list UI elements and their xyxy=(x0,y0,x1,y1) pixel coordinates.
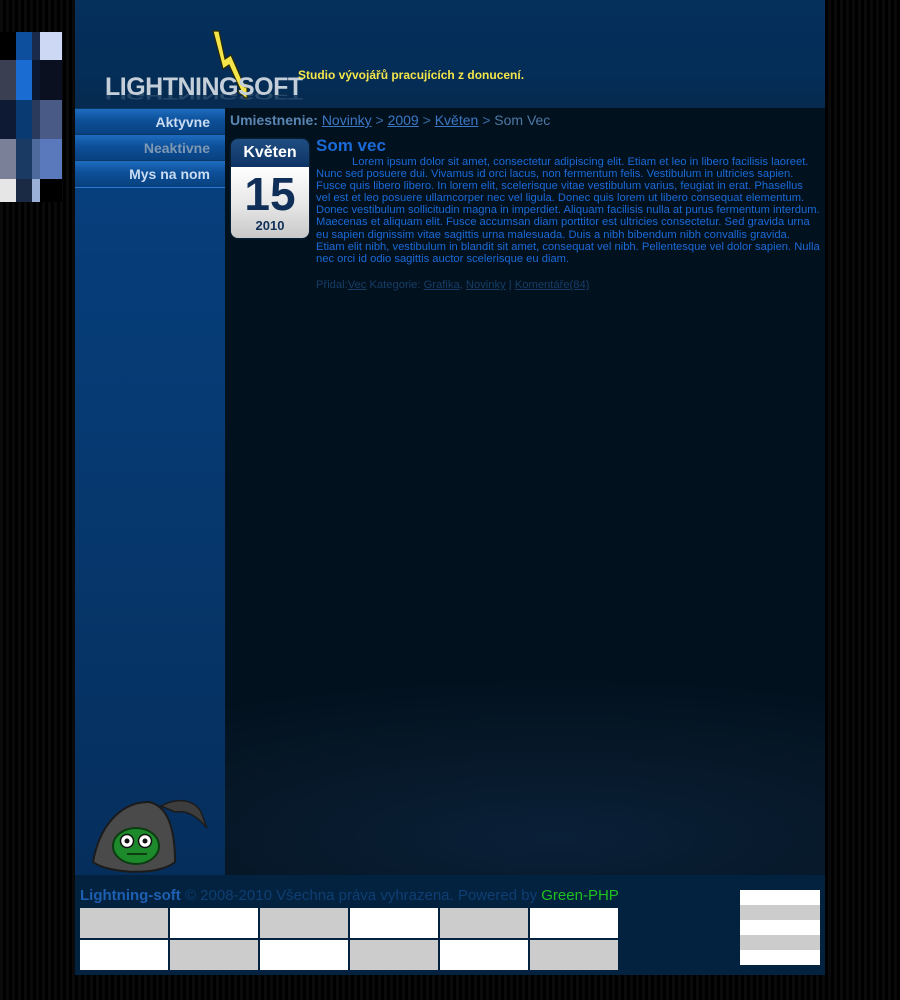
side-badge-placeholder[interactable] xyxy=(740,935,820,950)
color-tile xyxy=(0,139,16,179)
calendar-year: 2010 xyxy=(255,218,285,233)
footer-badge-placeholder[interactable] xyxy=(530,908,618,938)
color-tile xyxy=(40,100,62,139)
color-tile xyxy=(16,139,32,179)
logo-reflection: LIGHTNINGSOFT xyxy=(105,89,303,102)
powered-by-green: Green xyxy=(541,887,583,904)
footer-badge-placeholder[interactable] xyxy=(170,940,258,970)
decorative-color-tiles xyxy=(0,32,62,202)
breadcrumb-separator: > xyxy=(422,112,431,128)
site-logo[interactable]: LIGHTNINGSOFT LIGHTNINGSOFT xyxy=(89,14,303,102)
footer-copyright: © 2008-2010 Všechna práva vyhrazena. Pow… xyxy=(180,887,542,904)
footer-brand: Lightning-soft xyxy=(80,887,181,904)
date-calendar-badge: Květen 15 2010 xyxy=(231,139,309,238)
breadcrumb-separator: > xyxy=(375,112,384,128)
footer-badge-placeholder[interactable] xyxy=(440,940,528,970)
footer-badge-placeholder[interactable] xyxy=(80,908,168,938)
footer-badge-placeholder[interactable] xyxy=(80,940,168,970)
breadcrumb-link-2009[interactable]: 2009 xyxy=(388,112,419,128)
color-tile xyxy=(40,60,62,100)
color-tile xyxy=(16,60,32,100)
menu-item-mys-na-nom[interactable]: Mys na nom xyxy=(75,160,225,188)
color-tile xyxy=(0,179,16,202)
footer-badge-placeholder[interactable] xyxy=(260,940,348,970)
color-tile xyxy=(40,139,62,179)
breadcrumb-link-kveten[interactable]: Květen xyxy=(435,112,479,128)
copyright-text: Lightning-soft © 2008-2010 Všechna práva… xyxy=(80,887,619,904)
site-header: LIGHTNINGSOFT LIGHTNINGSOFT Studio vývoj… xyxy=(75,0,825,108)
side-badge-placeholder[interactable] xyxy=(740,905,820,920)
side-badge-placeholder[interactable] xyxy=(740,920,820,935)
site-footer: Lightning-soft © 2008-2010 Všechna práva… xyxy=(75,875,825,975)
footer-badge-placeholder[interactable] xyxy=(260,908,348,938)
menu-item-aktyvne[interactable]: Aktyvne xyxy=(75,108,225,136)
color-tile xyxy=(0,60,16,100)
author-link[interactable]: Vec xyxy=(348,279,367,291)
powered-by-php: -PHP xyxy=(582,887,619,904)
side-badge-placeholder[interactable] xyxy=(740,950,820,965)
color-tile xyxy=(0,100,16,139)
page-wrapper: LIGHTNINGSOFT LIGHTNINGSOFT Studio vývoj… xyxy=(75,0,825,975)
color-tile xyxy=(40,179,62,202)
menu-item-label: Mys na nom xyxy=(129,166,210,182)
breadcrumb-separator: > xyxy=(482,112,491,128)
color-tile xyxy=(32,179,40,202)
color-tile xyxy=(32,60,40,100)
meta-separator: | xyxy=(508,279,512,291)
category-link-novinky[interactable]: Novinky xyxy=(466,279,506,291)
comments-link[interactable]: Komentáře(84) xyxy=(515,279,590,291)
post-meta: Přidal:Vec Kategorie: Grafika, Novinky |… xyxy=(316,279,590,291)
breadcrumb-current: Som Vec xyxy=(494,112,551,128)
calendar-body: 15 2010 xyxy=(231,167,309,238)
footer-badge-placeholder[interactable] xyxy=(350,940,438,970)
breadcrumb-label: Umiestnenie: xyxy=(230,112,318,128)
category-label: Kategorie: xyxy=(369,279,421,291)
hooded-mascot-icon xyxy=(91,799,208,873)
color-tile xyxy=(32,32,40,60)
main-content: Umiestnenie: Novinky > 2009 > Květen > S… xyxy=(225,108,825,875)
color-tile xyxy=(16,100,32,139)
post-title[interactable]: Som vec xyxy=(316,136,386,156)
color-tile xyxy=(16,32,32,60)
calendar-month: Květen xyxy=(231,139,309,167)
color-tile xyxy=(32,139,40,179)
site-tagline: Studio vývojářů pracujících z donucení. xyxy=(298,68,525,82)
color-tile xyxy=(40,32,62,60)
breadcrumb-link-novinky[interactable]: Novinky xyxy=(322,112,372,128)
footer-badge-placeholder[interactable] xyxy=(350,908,438,938)
color-tile xyxy=(16,179,32,202)
footer-badge-placeholder[interactable] xyxy=(170,908,258,938)
side-badge-placeholder[interactable] xyxy=(740,890,820,905)
calendar-day: 15 xyxy=(244,168,296,220)
breadcrumb: Umiestnenie: Novinky > 2009 > Květen > S… xyxy=(230,112,550,128)
added-by-label: Přidal: xyxy=(316,279,348,291)
sidebar: Aktyvne Neaktivne Mys na nom xyxy=(75,108,225,875)
post-body: Lorem ipsum dolor sit amet, consectetur … xyxy=(316,156,820,265)
menu-item-label: Aktyvne xyxy=(155,114,210,130)
menu-item-neaktivne[interactable]: Neaktivne xyxy=(75,134,225,162)
color-tile xyxy=(32,100,40,139)
color-tile xyxy=(0,32,16,60)
category-link-grafika[interactable]: Grafika xyxy=(424,279,460,291)
footer-badge-placeholder[interactable] xyxy=(440,908,528,938)
menu-item-label: Neaktivne xyxy=(143,140,210,156)
footer-badge-placeholder[interactable] xyxy=(530,940,618,970)
